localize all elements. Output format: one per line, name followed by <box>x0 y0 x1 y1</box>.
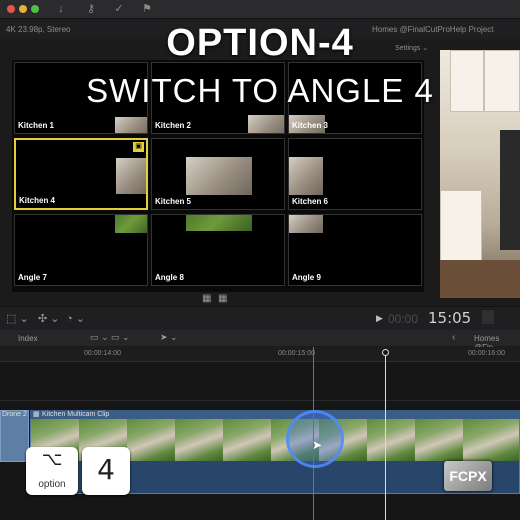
clip-appearance-icon[interactable]: ⬚ ⌄ <box>6 312 29 325</box>
fcpx-logo: FCPX <box>444 461 492 491</box>
floor-shape <box>440 260 520 298</box>
ruler-tick: 00:00:15:00 <box>278 350 315 357</box>
angle-label: Kitchen 1 <box>18 121 55 130</box>
pause-icon[interactable] <box>482 310 494 324</box>
angle-cell-8[interactable]: Angle 8 <box>151 214 285 286</box>
angle-cell-7[interactable]: Angle 7 <box>14 214 148 286</box>
multicam-clip-header: ▦ Kitchen Multicam Clip <box>30 410 520 419</box>
angle-label: Kitchen 6 <box>292 197 329 206</box>
timecode-display: 15:05 <box>428 309 472 327</box>
multicam-clip-label: Kitchen Multicam Clip <box>42 411 110 418</box>
arrow-tool-icon[interactable]: ➤ ⌄ <box>160 332 178 343</box>
angle-label: Angle 7 <box>18 273 47 282</box>
angle-label: Angle 9 <box>292 273 321 282</box>
back-icon[interactable]: ‹ <box>452 332 455 343</box>
ruler-tick: 00:00:14:00 <box>84 350 121 357</box>
flag-icon[interactable]: ⚑ <box>140 2 154 16</box>
angle-label: Kitchen 4 <box>19 196 56 205</box>
close-window-button[interactable] <box>7 5 15 13</box>
oven-shape <box>500 130 520 250</box>
number-4-key: 4 <box>82 447 130 495</box>
option-symbol-icon: ⌥ <box>41 449 63 470</box>
option-key: ⌥ option <box>26 447 78 495</box>
active-angle-icon: ▣ <box>133 142 144 152</box>
filmstrip-frame <box>463 419 519 461</box>
playhead-line[interactable] <box>385 352 386 520</box>
option-key-label: option <box>38 479 66 490</box>
overlay-subtitle: SWITCH TO ANGLE 4 <box>86 72 434 109</box>
edit-tools-icon[interactable]: ▭ ⌄ ▭ ⌄ <box>90 332 130 343</box>
download-icon[interactable]: ↓ <box>54 2 68 16</box>
grid-view-icon[interactable]: ▦ <box>202 294 212 304</box>
angle-thumbnail <box>248 115 284 133</box>
zoom-window-button[interactable] <box>31 5 39 13</box>
angle-cell-4[interactable]: ▣ Kitchen 4 <box>14 138 148 210</box>
index-button[interactable]: Index <box>18 334 38 343</box>
speed-icon[interactable]: ◔ ⌄ <box>66 312 85 325</box>
angle-thumbnail <box>289 157 323 195</box>
angle-cell-6[interactable]: Kitchen 6 <box>288 138 422 210</box>
title-bar <box>0 0 520 19</box>
filmstrip-frame <box>175 419 224 461</box>
timeline-ruler: 00:00:14:00 00:00:15:00 00:00:16:00 <box>0 347 520 362</box>
filmstrip-frame <box>367 419 416 461</box>
cabinet-shape <box>440 190 482 262</box>
playhead-handle[interactable] <box>382 349 389 356</box>
angle-thumbnail <box>115 215 147 233</box>
timecode-prefix: 00:00 <box>388 312 419 326</box>
check-icon[interactable]: ✓ <box>112 2 126 16</box>
minimize-window-button[interactable] <box>19 5 27 13</box>
skimming-tools-icon[interactable]: ✣ ⌄ <box>38 312 60 325</box>
angle-label: Kitchen 5 <box>155 197 192 206</box>
angle-thumbnail <box>116 158 146 194</box>
play-button[interactable]: ▶ <box>376 313 383 324</box>
filmstrip-frame <box>127 419 176 461</box>
overlay-title: OPTION-4 <box>166 22 354 64</box>
angle-thumbnail <box>289 215 323 233</box>
filmstrip-frame <box>415 419 464 461</box>
angle-label: Angle 8 <box>155 273 184 282</box>
angle-thumbnail <box>115 117 147 133</box>
angle-label: Kitchen 3 <box>292 121 329 130</box>
drone-clip-label: Drone 2 <box>2 411 27 418</box>
multicam-icon: ▦ <box>33 411 40 418</box>
angle-thumbnail <box>186 157 252 195</box>
filmstrip-frame <box>223 419 272 461</box>
track-divider <box>0 400 520 401</box>
angle-cell-9[interactable]: Angle 9 <box>288 214 422 286</box>
index-bar: Index ▭ ⌄ ▭ ⌄ ➤ ⌄ ‹ Homes @Fin <box>0 330 520 352</box>
ruler-tick: 00:00:16:00 <box>468 350 505 357</box>
key-icon[interactable]: ⚷ <box>84 2 98 16</box>
number-4-key-label: 4 <box>97 453 115 486</box>
grid-view-alt-icon[interactable]: ▦ <box>218 294 228 304</box>
cursor-icon: ➤ <box>312 438 323 452</box>
angle-label: Kitchen 2 <box>155 121 192 130</box>
angle-thumbnail <box>186 215 252 231</box>
angle-cell-5[interactable]: Kitchen 5 <box>151 138 285 210</box>
